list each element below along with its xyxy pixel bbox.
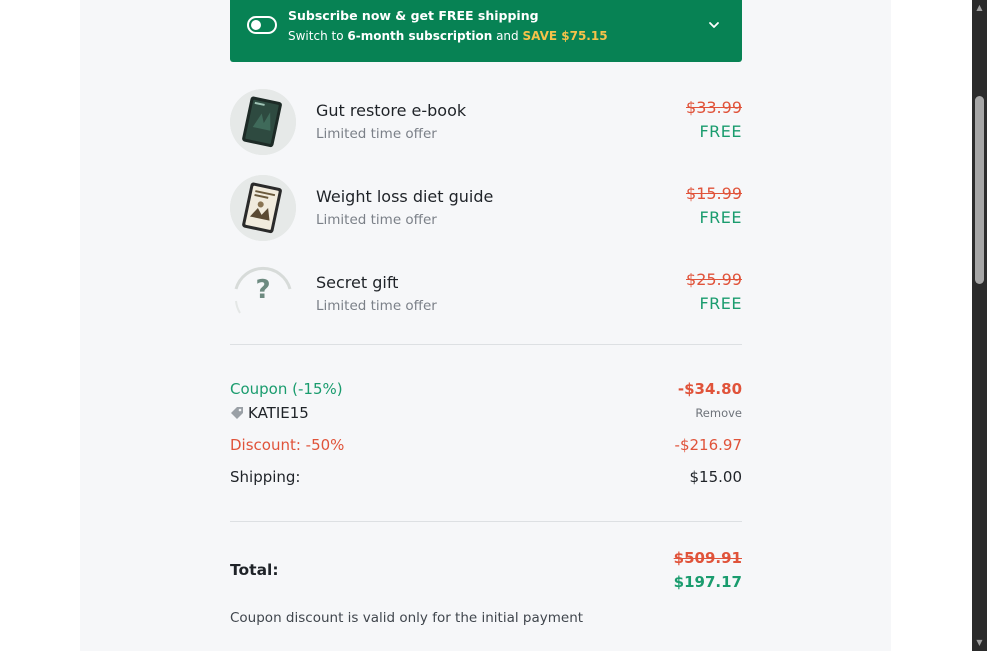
discount-value: -$216.97	[674, 436, 742, 454]
banner-sub-prefix: Switch to	[288, 29, 344, 43]
toggle-knob	[251, 20, 261, 30]
secret-gift-image: ?	[230, 261, 296, 327]
coupon-value: -$34.80	[677, 380, 742, 398]
coupon-label: Coupon (-15%)	[230, 380, 343, 398]
banner-sub-plan: 6-month subscription	[347, 29, 493, 43]
list-item: ? Secret gift Limited time offer $25.99 …	[230, 261, 742, 327]
list-item: Weight loss diet guide Limited time offe…	[230, 175, 742, 241]
coupon-note: Coupon discount is valid only for the in…	[230, 610, 584, 626]
banner-subtitle: Switch to 6-month subscription and SAVE …	[288, 29, 608, 43]
coupon-code-text: KATIE15	[248, 404, 309, 422]
item-subtitle: Limited time offer	[316, 298, 437, 314]
item-old-price: $15.99	[686, 184, 742, 203]
item-old-price: $33.99	[686, 98, 742, 117]
ebook-tablet-image	[230, 89, 296, 155]
chevron-down-icon[interactable]	[706, 17, 722, 33]
question-mark-icon: ?	[255, 275, 271, 305]
subscription-toggle[interactable]	[247, 16, 277, 34]
total-label: Total:	[230, 561, 279, 579]
item-price: FREE	[699, 122, 742, 141]
subscribe-banner[interactable]: Subscribe now & get FREE shipping Switch…	[230, 0, 742, 62]
coupon-code: KATIE15	[230, 404, 309, 422]
scroll-down-arrow[interactable]: ▼	[972, 637, 987, 649]
divider	[230, 521, 742, 522]
list-item: Gut restore e-book Limited time offer $3…	[230, 89, 742, 155]
discount-label: Discount: -50%	[230, 436, 345, 454]
scroll-thumb[interactable]	[975, 96, 984, 284]
banner-sub-mid: and	[496, 29, 519, 43]
total-old-value: $509.91	[673, 549, 742, 567]
item-name: Secret gift	[316, 273, 399, 292]
item-name: Weight loss diet guide	[316, 187, 494, 206]
item-subtitle: Limited time offer	[316, 126, 437, 142]
page-scrollbar[interactable]: ▲ ▼	[972, 0, 987, 651]
scroll-up-arrow[interactable]: ▲	[972, 2, 987, 14]
guide-tablet-image	[230, 175, 296, 241]
banner-title: Subscribe now & get FREE shipping	[288, 8, 539, 23]
shipping-value: $15.00	[689, 468, 743, 486]
item-name: Gut restore e-book	[316, 101, 467, 120]
banner-save-amount: SAVE $75.15	[522, 29, 608, 43]
remove-coupon-link[interactable]: Remove	[695, 406, 742, 420]
item-subtitle: Limited time offer	[316, 212, 437, 228]
divider	[230, 344, 742, 345]
tag-icon	[231, 407, 243, 419]
item-price: FREE	[699, 208, 742, 227]
total-value: $197.17	[673, 573, 742, 591]
item-price: FREE	[699, 294, 742, 313]
item-old-price: $25.99	[686, 270, 742, 289]
shipping-label: Shipping:	[230, 468, 301, 486]
